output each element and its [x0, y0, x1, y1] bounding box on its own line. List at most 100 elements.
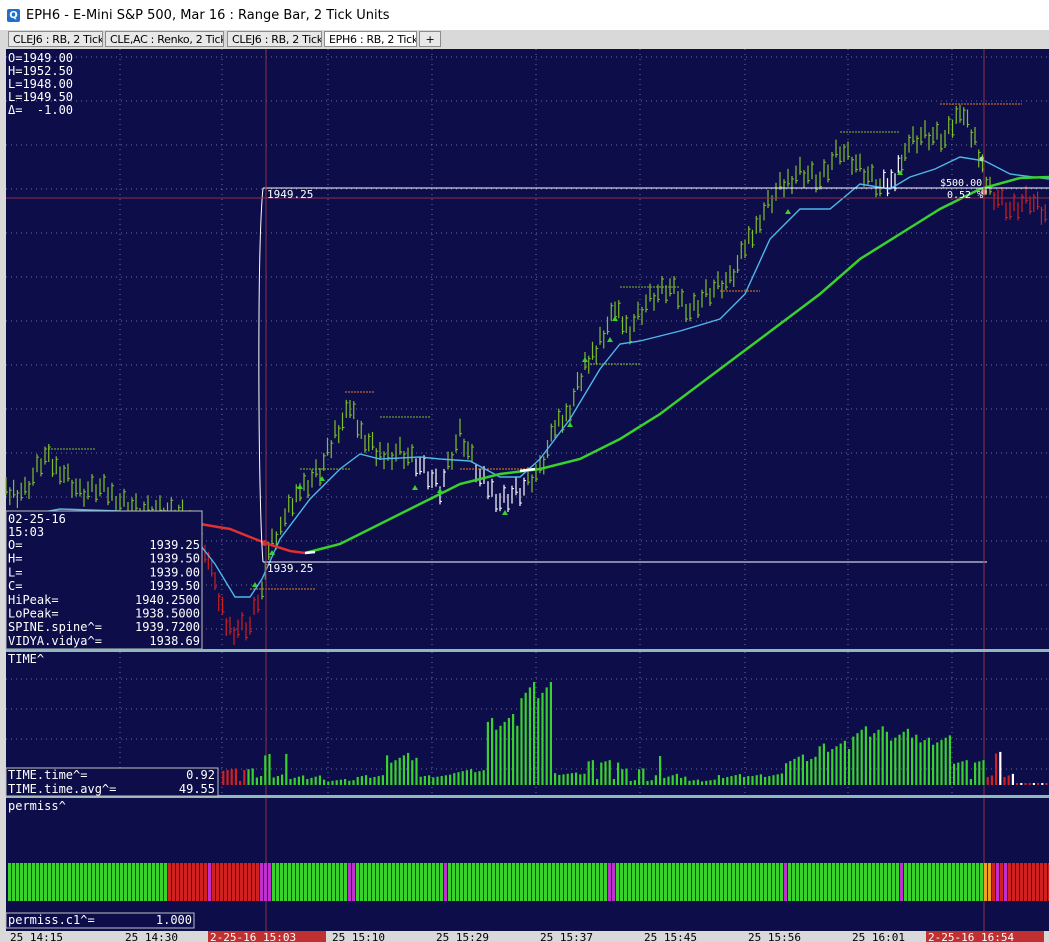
time-value: 0.92: [186, 768, 215, 782]
permiss-bar: [1036, 863, 1040, 901]
time-bar: [831, 749, 834, 785]
price-chart-canvas[interactable]: 1949.25 1939.25 $500.00 0.52 % O=1949.00…: [0, 49, 1049, 942]
permiss-bar: [672, 863, 676, 901]
time-bar: [386, 755, 389, 785]
time-bar: [965, 760, 968, 785]
permiss-bar: [988, 863, 992, 901]
permiss-bar: [372, 863, 376, 901]
time-axis-label: 25 15:45: [644, 931, 697, 942]
data-window-value: 1939.50: [149, 579, 200, 593]
permiss-bar: [256, 863, 260, 901]
data-window-value: 1938.69: [149, 634, 200, 648]
time-bar: [520, 698, 523, 785]
permiss-bar: [492, 863, 496, 901]
tab-cle-ac-renko[interactable]: CLE,AC : Renko, 2 Tick: [105, 31, 224, 47]
permiss-bar: [776, 863, 780, 901]
permiss-bar: [640, 863, 644, 901]
time-bar: [789, 761, 792, 785]
permiss-bar: [656, 863, 660, 901]
time-bar: [894, 737, 897, 785]
permiss-bar: [64, 863, 68, 901]
time-bar: [957, 762, 960, 785]
time-bar: [293, 777, 296, 785]
permiss-bar: [96, 863, 100, 901]
time-bar: [482, 770, 485, 785]
tab-clej6-rb-1[interactable]: CLEJ6 : RB, 2 Tick: [8, 31, 103, 47]
permiss-bar: [560, 863, 564, 901]
time-bar: [747, 776, 750, 785]
time-bar: [297, 776, 300, 785]
time-bar: [986, 777, 989, 785]
time-bar: [705, 780, 708, 785]
time-bar: [512, 714, 515, 785]
time-bar: [755, 775, 758, 785]
permiss-bar: [748, 863, 752, 901]
time-bar: [906, 728, 909, 785]
permiss-bar: [604, 863, 608, 901]
time-bar: [793, 758, 796, 785]
time-bar: [591, 760, 594, 785]
time-bar: [461, 771, 464, 785]
pane-splitter-1[interactable]: [6, 649, 1049, 652]
permiss-bar: [88, 863, 92, 901]
time-readout: TIME.time^= 0.92 TIME.time.avg^= 49.55: [5, 767, 219, 797]
permiss-value: 1.000: [156, 913, 192, 927]
time-bar: [919, 742, 922, 785]
data-window-value: 1939.00: [149, 565, 200, 579]
chart-app-icon[interactable]: Q: [7, 8, 20, 22]
permiss-bar: [1000, 863, 1004, 901]
time-bar: [856, 733, 859, 785]
permiss-bar: [344, 863, 348, 901]
permiss-bar: [928, 863, 932, 901]
permiss-bar: [432, 863, 436, 901]
time-bar: [444, 775, 447, 785]
tab-label: CLEJ6 : RB, 2 Tick: [232, 33, 322, 46]
permiss-bar: [332, 863, 336, 901]
tab-clej6-rb-2[interactable]: CLEJ6 : RB, 2 Tick: [227, 31, 322, 47]
time-bar: [570, 773, 573, 785]
permiss-bar: [192, 863, 196, 901]
permiss-bar: [592, 863, 596, 901]
time-bar: [801, 754, 804, 785]
chart-tab-bar: CLEJ6 : RB, 2 Tick CLE,AC : Renko, 2 Tic…: [0, 30, 1049, 50]
time-bar: [360, 776, 363, 785]
time-bar: [940, 740, 943, 785]
permiss-bar: [376, 863, 380, 901]
permiss-bar: [916, 863, 920, 901]
permiss-bar: [224, 863, 228, 901]
time-bar: [675, 773, 678, 785]
permiss-bar: [892, 863, 896, 901]
time-bar: [537, 698, 540, 785]
permiss-bar: [368, 863, 372, 901]
time-bar: [289, 779, 292, 785]
permiss-bar: [704, 863, 708, 901]
time-bar: [381, 775, 384, 785]
permiss-bar: [796, 863, 800, 901]
time-bar: [402, 755, 405, 785]
time-bar: [768, 776, 771, 785]
time-bar: [432, 777, 435, 785]
time-bar: [629, 781, 632, 785]
permiss-bar: [504, 863, 508, 901]
permiss-bar: [320, 863, 324, 901]
time-bar: [541, 692, 544, 785]
permiss-bar: [296, 863, 300, 901]
permiss-bar: [884, 863, 888, 901]
time-bar: [453, 773, 456, 785]
time-bar: [562, 774, 565, 785]
permiss-bar: [728, 863, 732, 901]
permiss-bar: [236, 863, 240, 901]
time-bar: [554, 773, 557, 785]
permiss-bar: [764, 863, 768, 901]
add-tab-button[interactable]: +: [419, 31, 441, 47]
time-bar: [369, 777, 372, 785]
time-bar: [621, 769, 624, 785]
tab-eph6-rb[interactable]: EPH6 : RB, 2 Tick: [324, 31, 417, 47]
time-bar: [772, 775, 775, 785]
permiss-bar: [832, 863, 836, 901]
permiss-bar: [172, 863, 176, 901]
time-bar: [696, 779, 699, 785]
permiss-bar: [1032, 863, 1036, 901]
permiss-bar: [812, 863, 816, 901]
time-bar: [491, 717, 494, 785]
